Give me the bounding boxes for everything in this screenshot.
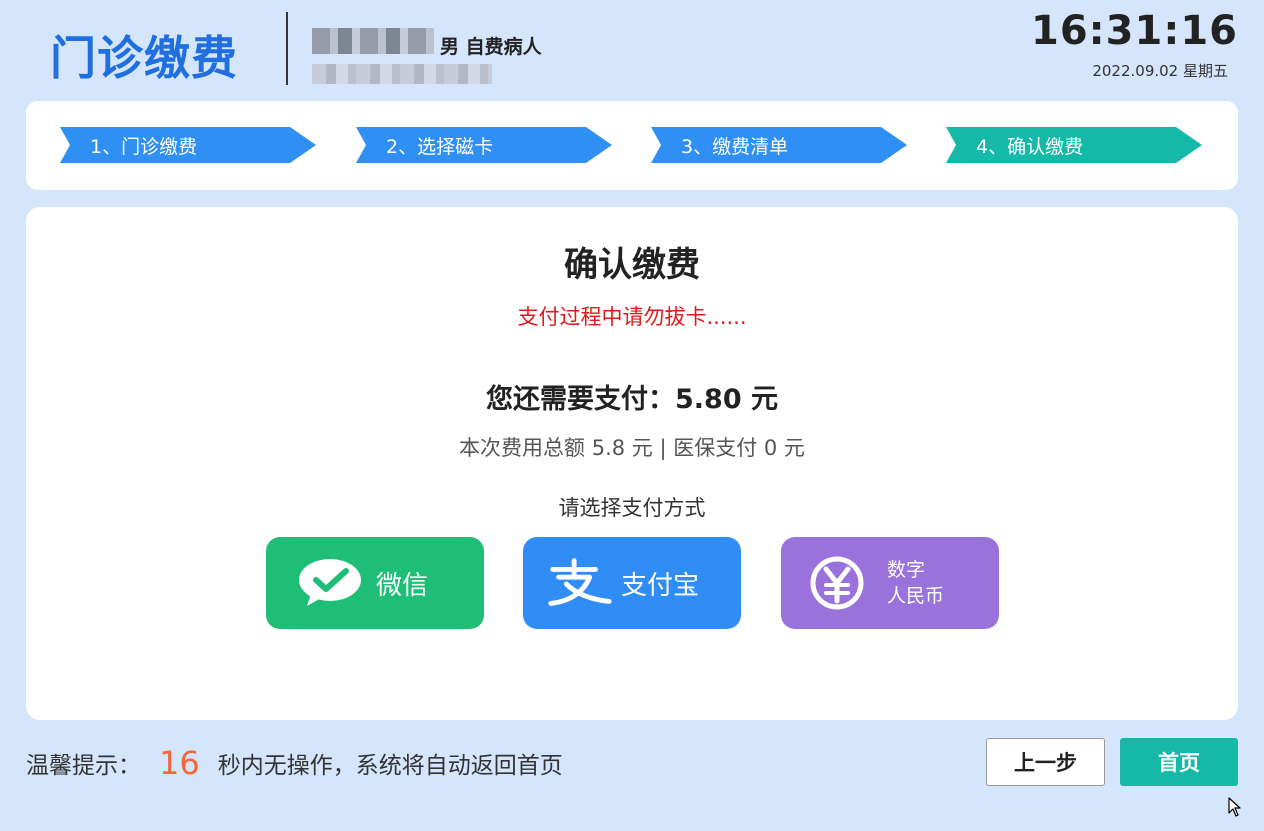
fee-summary: 本次费用总额 5.8 元 | 医保支付 0 元	[459, 436, 805, 460]
digital-rmb-label-line2: 人民币	[887, 585, 945, 607]
digital-rmb-button[interactable]: 数字 人民币	[781, 537, 999, 629]
mouse-cursor-icon	[1228, 797, 1241, 817]
digital-rmb-label: 数字 人民币	[887, 557, 944, 609]
steps-panel: 1、门诊缴费 2、选择磁卡 3、缴费清单 4、确认缴费	[26, 101, 1238, 190]
payment-method-prompt: 请选择支付方式	[558, 496, 706, 520]
page-title: 确认缴费	[564, 245, 700, 285]
step-payment-list: 3、缴费清单	[651, 127, 907, 163]
header-divider	[286, 12, 288, 85]
alipay-button[interactable]: 支付宝	[523, 537, 741, 629]
main-panel: 确认缴费 支付过程中请勿拔卡...... 您还需要支付：5.80 元 本次费用总…	[26, 207, 1238, 720]
digital-rmb-label-line1: 数字	[887, 559, 926, 581]
step-confirm-payment: 4、确认缴费	[946, 127, 1202, 163]
app-title: 门诊缴费	[50, 31, 238, 85]
patient-name-redacted	[312, 28, 434, 54]
amount-due: 您还需要支付：5.80 元	[485, 384, 779, 415]
step-outpatient-payment: 1、门诊缴费	[60, 127, 316, 163]
wechat-pay-button[interactable]: 微信	[266, 537, 484, 629]
header: 门诊缴费 男 自费病人 16:31:16 2022.09.02 星期五	[0, 0, 1264, 100]
alipay-icon	[545, 553, 613, 613]
date: 2022.09.02 星期五	[1092, 62, 1228, 80]
back-button[interactable]: 上一步	[986, 738, 1105, 786]
home-button[interactable]: 首页	[1120, 738, 1238, 786]
step-select-card: 2、选择磁卡	[356, 127, 612, 163]
wechat-pay-icon	[296, 553, 364, 613]
patient-id-redacted	[312, 64, 492, 84]
countdown-seconds: 16	[159, 744, 200, 782]
alipay-label: 支付宝	[621, 570, 700, 601]
digital-rmb-icon	[803, 553, 871, 613]
timeout-tip: 温馨提示： 16 秒内无操作，系统将自动返回首页	[26, 740, 563, 786]
wechat-pay-label: 微信	[376, 570, 429, 601]
clock: 16:31:16	[1031, 8, 1238, 54]
patient-info: 男 自费病人	[440, 36, 542, 58]
warning-message: 支付过程中请勿拔卡......	[517, 305, 747, 329]
tip-prefix: 温馨提示：	[26, 753, 141, 779]
tip-suffix: 秒内无操作，系统将自动返回首页	[217, 753, 563, 779]
